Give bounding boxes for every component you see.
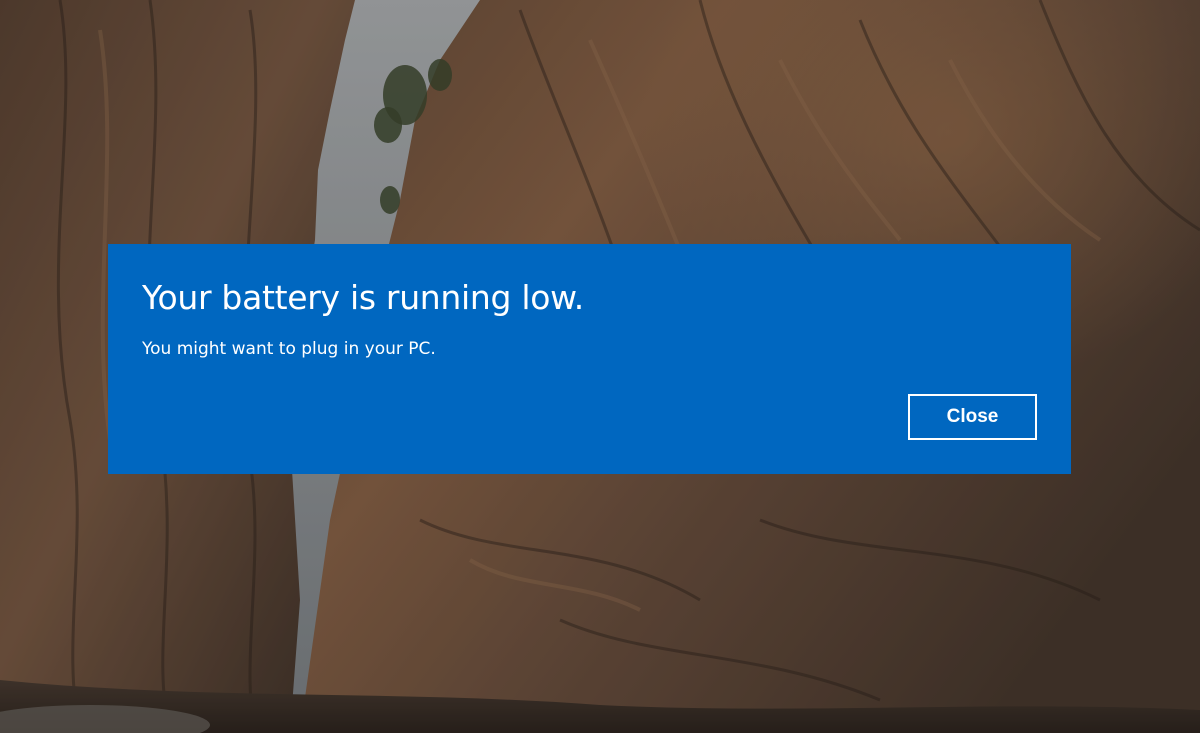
dialog-message: You might want to plug in your PC. bbox=[142, 339, 436, 359]
low-battery-dialog: Your battery is running low. You might w… bbox=[108, 244, 1071, 474]
close-button-label: Close bbox=[946, 406, 999, 427]
lock-screen: Your battery is running low. You might w… bbox=[0, 0, 1200, 733]
close-button[interactable]: Close bbox=[908, 394, 1037, 440]
dialog-title: Your battery is running low. bbox=[142, 278, 584, 317]
